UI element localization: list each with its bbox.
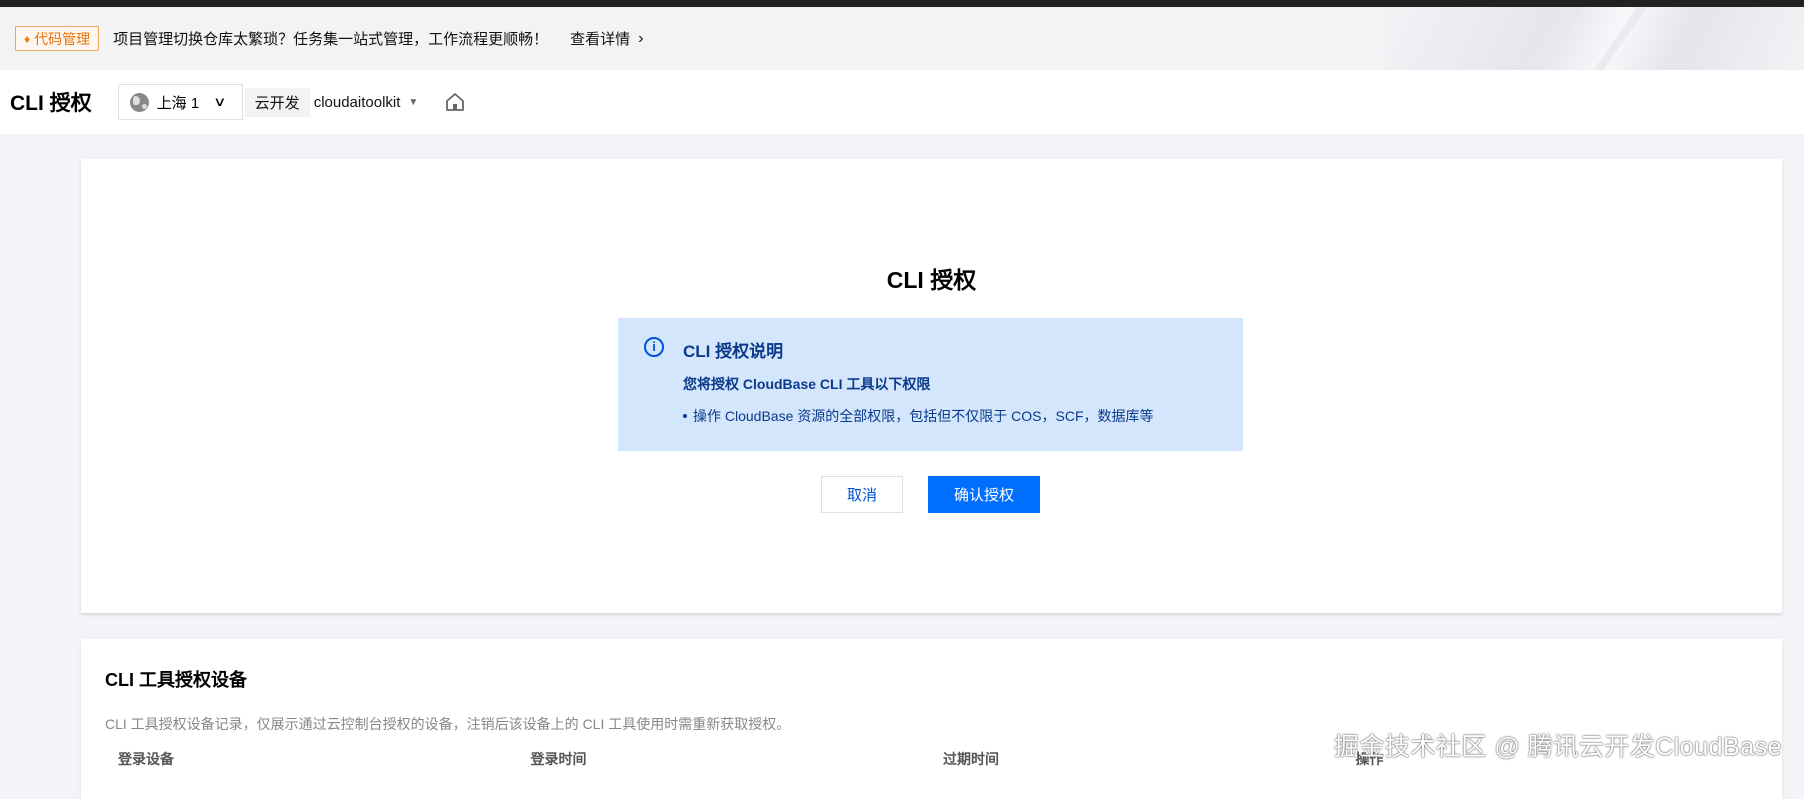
info-subtitle: 您将授权 CloudBase CLI 工具以下权限 — [683, 376, 931, 392]
notice-text: 项目管理切换仓库太繁琐？任务集一站式管理，工作流程更顺畅！ — [113, 31, 549, 48]
auth-info-box: i CLI 授权说明 您将授权 CloudBase CLI 工具以下权限 操作 … — [618, 318, 1243, 451]
region-selector[interactable]: 上海 1 ∨ — [117, 84, 243, 120]
auth-card: CLI 授权 i CLI 授权说明 您将授权 CloudBase CLI 工具以… — [81, 159, 1782, 613]
region-label: 上海 1 — [156, 94, 200, 112]
chevron-down-icon: ∨ — [213, 94, 227, 109]
env-type-tag: 云开发 — [244, 87, 310, 117]
watermark-text: 掘金技术社区 @ 腾讯云开发CloudBase — [1333, 733, 1782, 761]
banner-decoration — [1384, 7, 1804, 70]
info-bullet-text: 操作 CloudBase 资源的全部权限，包括但不仅限于 COS，SCF，数据库… — [693, 408, 1154, 424]
notice-link-label: 查看详情 — [570, 31, 631, 48]
bullet-dot — [683, 414, 687, 418]
cancel-button[interactable]: 取消 — [821, 476, 903, 513]
globe-icon — [129, 92, 149, 112]
home-icon[interactable] — [444, 91, 466, 113]
auth-title: CLI 授权 — [886, 267, 977, 293]
caret-down-icon: ▼ — [408, 96, 419, 108]
flame-icon: ♦ — [24, 31, 31, 46]
info-bullet: 操作 CloudBase 资源的全部权限，包括但不仅限于 COS，SCF，数据库… — [683, 406, 1243, 426]
info-title: CLI 授权说明 — [683, 342, 784, 361]
page-header: CLI 授权 上海 1 ∨ 云开发 cloudaitoolkit ▼ — [0, 70, 1804, 134]
column-header-device: 登录设备 — [118, 751, 174, 767]
devices-description: CLI 工具授权设备记录，仅展示通过云控制台授权的设备，注销后该设备上的 CLI… — [105, 716, 791, 732]
notice-tag-label: 代码管理 — [34, 30, 91, 47]
column-header-expire-time: 过期时间 — [943, 751, 999, 767]
env-selector[interactable]: cloudaitoolkit ▼ — [314, 94, 419, 111]
info-icon: i — [644, 337, 664, 357]
column-header-login-time: 登录时间 — [530, 751, 587, 767]
env-name-label: cloudaitoolkit — [313, 93, 401, 111]
notice-details-link[interactable]: 查看详情 › — [570, 28, 643, 49]
devices-card: CLI 工具授权设备 CLI 工具授权设备记录，仅展示通过云控制台授权的设备，注… — [81, 639, 1782, 799]
notice-tag[interactable]: ♦ 代码管理 — [15, 26, 100, 51]
page-title: CLI 授权 — [10, 92, 92, 115]
devices-title: CLI 工具授权设备 — [105, 670, 247, 690]
confirm-auth-button[interactable]: 确认授权 — [928, 476, 1040, 513]
window-top-bar — [0, 0, 1804, 7]
notice-banner: ♦ 代码管理 项目管理切换仓库太繁琐？任务集一站式管理，工作流程更顺畅！ 查看详… — [0, 7, 1804, 70]
chevron-right-icon: › — [638, 29, 644, 47]
